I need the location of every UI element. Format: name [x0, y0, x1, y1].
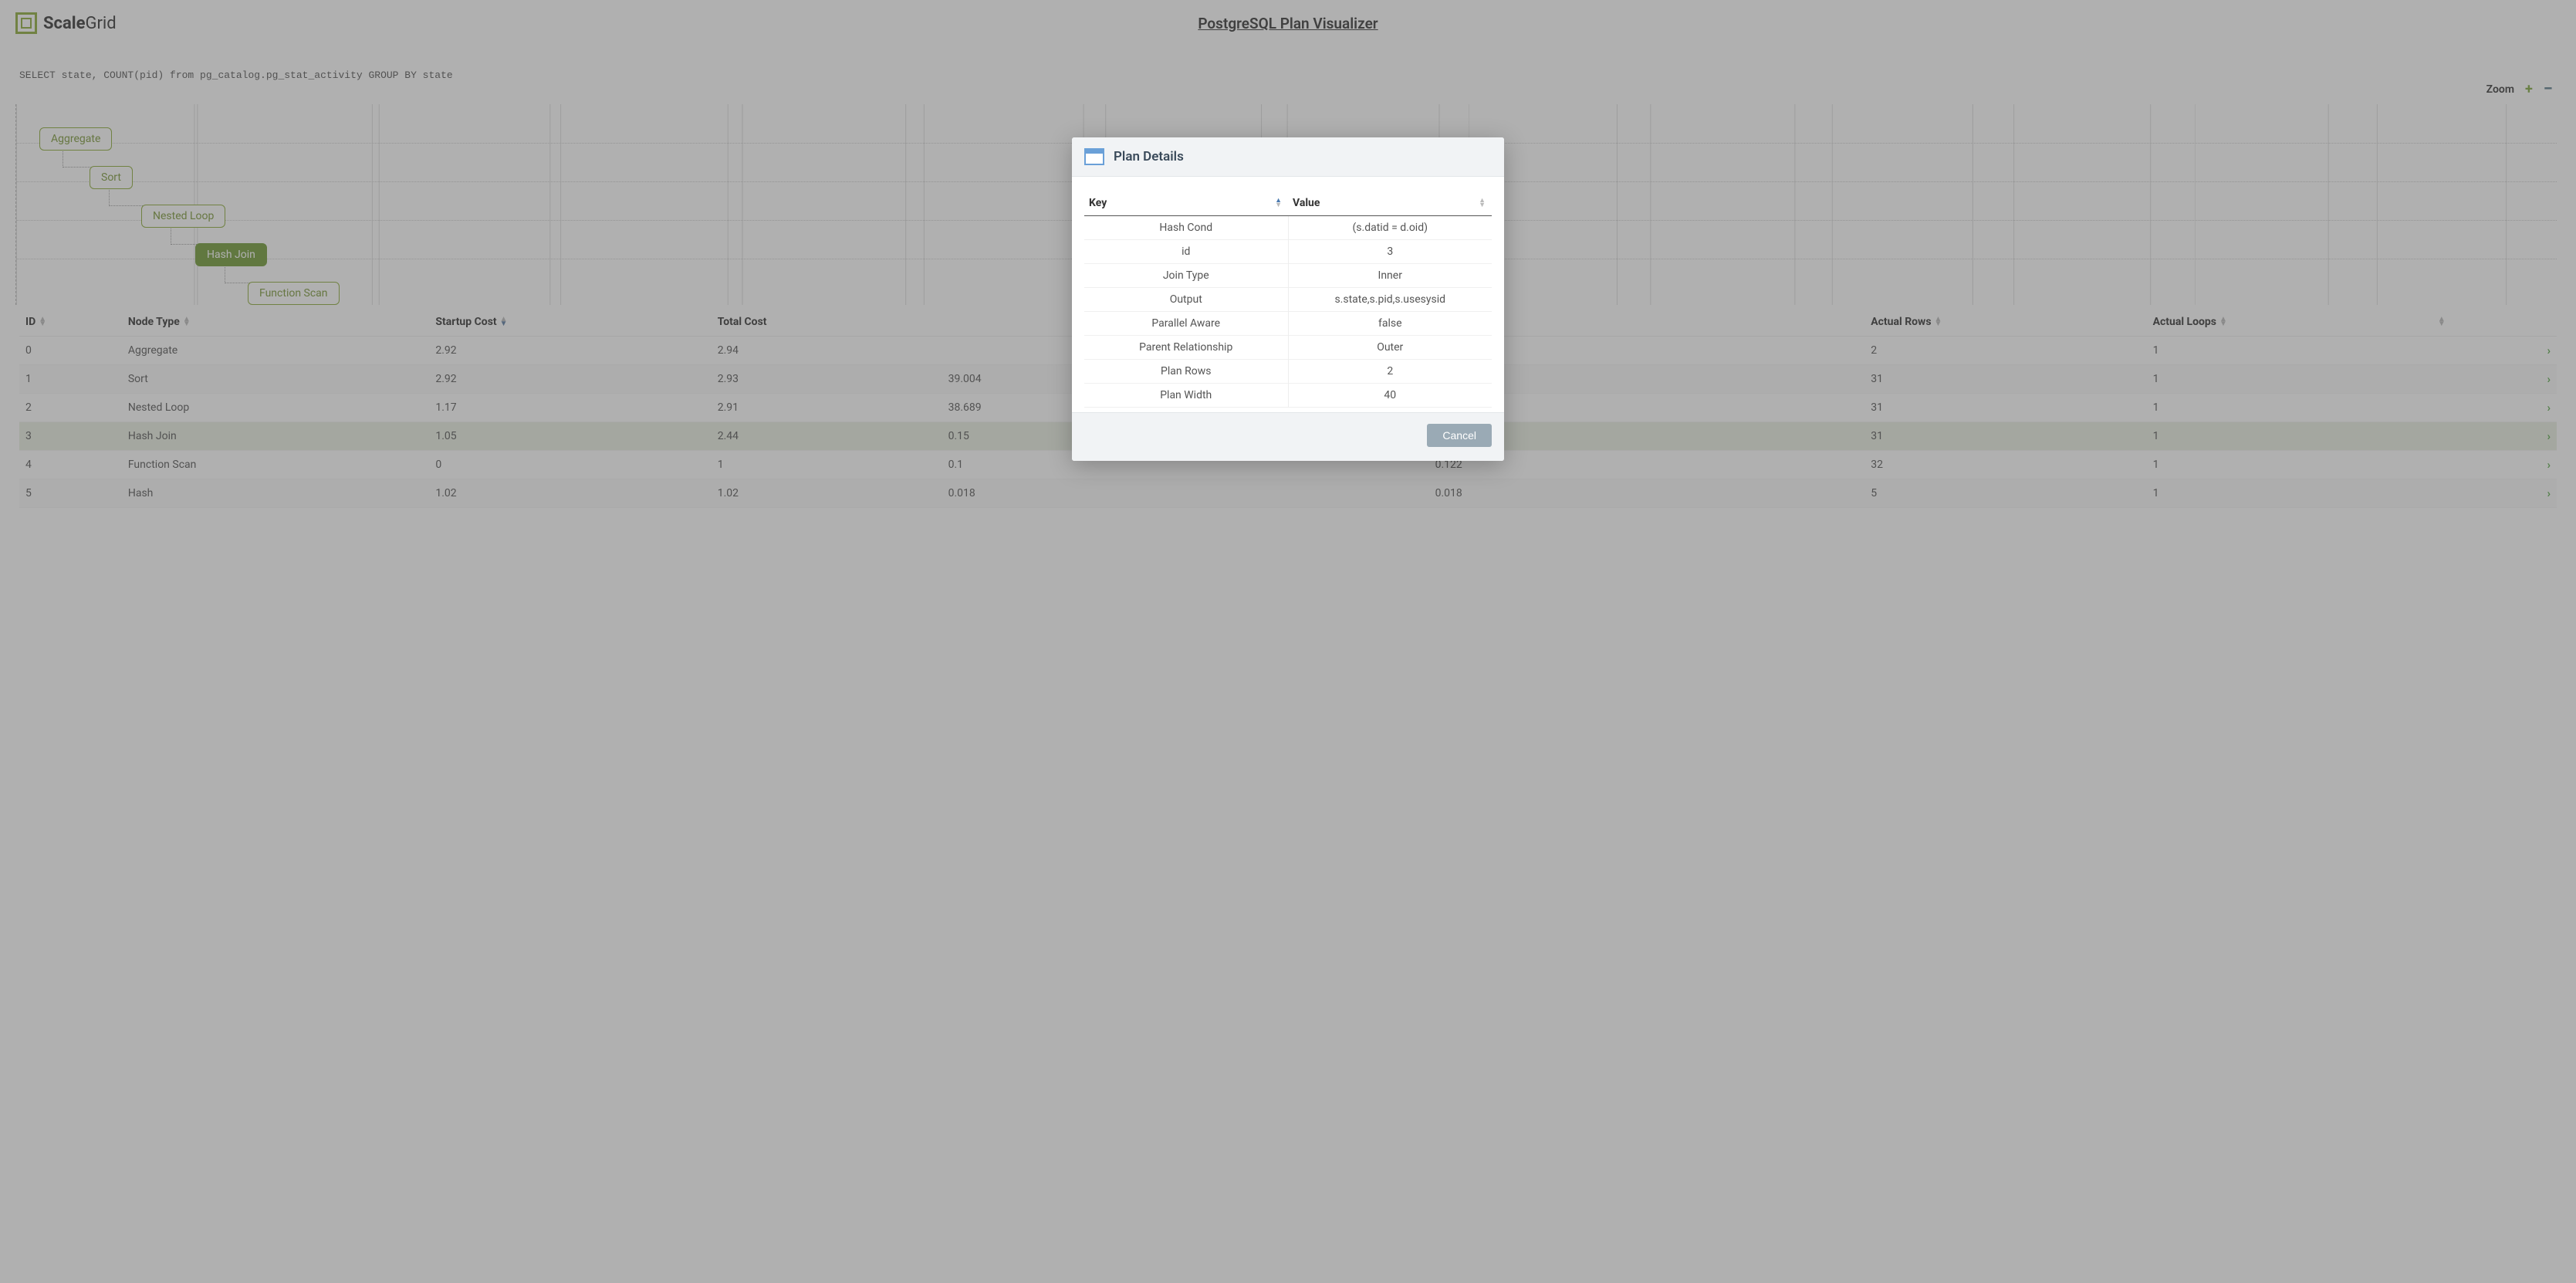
kv-key: id — [1084, 240, 1288, 264]
kv-key-header[interactable]: Key▲▼ — [1084, 191, 1288, 216]
kv-row: Outputs.state,s.pid,s.usesysid — [1084, 288, 1492, 312]
plan-details-modal: Plan Details Key▲▼ Value▲▼ Hash Cond(s.d… — [1072, 137, 1504, 461]
sort-icon: ▲▼ — [1275, 198, 1282, 208]
kv-value: 2 — [1288, 360, 1492, 384]
kv-value: Outer — [1288, 336, 1492, 360]
kv-key: Join Type — [1084, 264, 1288, 288]
kv-key: Plan Rows — [1084, 360, 1288, 384]
sort-icon: ▲▼ — [1479, 198, 1486, 208]
kv-row: id3 — [1084, 240, 1492, 264]
kv-key: Parallel Aware — [1084, 312, 1288, 336]
kv-value-header[interactable]: Value▲▼ — [1288, 191, 1492, 216]
modal-header: Plan Details — [1072, 137, 1504, 177]
kv-row: Hash Cond(s.datid = d.oid) — [1084, 216, 1492, 240]
kv-row: Plan Rows2 — [1084, 360, 1492, 384]
kv-value: s.state,s.pid,s.usesysid — [1288, 288, 1492, 312]
kv-key: Parent Relationship — [1084, 336, 1288, 360]
cancel-button[interactable]: Cancel — [1427, 424, 1492, 447]
window-icon — [1084, 148, 1104, 165]
kv-key: Plan Width — [1084, 384, 1288, 408]
kv-value: (s.datid = d.oid) — [1288, 216, 1492, 240]
plan-details-table: Key▲▼ Value▲▼ Hash Cond(s.datid = d.oid)… — [1084, 191, 1492, 408]
kv-value: 40 — [1288, 384, 1492, 408]
kv-row: Parent RelationshipOuter — [1084, 336, 1492, 360]
kv-key: Hash Cond — [1084, 216, 1288, 240]
modal-body: Key▲▼ Value▲▼ Hash Cond(s.datid = d.oid)… — [1072, 177, 1504, 412]
modal-footer: Cancel — [1072, 412, 1504, 461]
kv-value: false — [1288, 312, 1492, 336]
kv-value: Inner — [1288, 264, 1492, 288]
kv-row: Plan Width40 — [1084, 384, 1492, 408]
modal-title: Plan Details — [1114, 149, 1184, 164]
kv-row: Parallel Awarefalse — [1084, 312, 1492, 336]
kv-row: Join TypeInner — [1084, 264, 1492, 288]
kv-value: 3 — [1288, 240, 1492, 264]
kv-key: Output — [1084, 288, 1288, 312]
